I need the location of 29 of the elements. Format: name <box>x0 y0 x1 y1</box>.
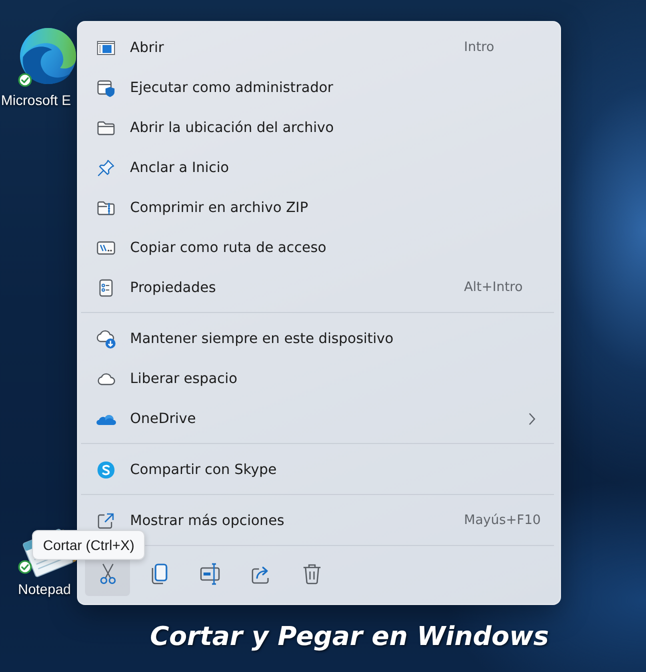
window-icon <box>96 38 116 58</box>
cloud-download-icon <box>96 329 116 349</box>
desktop-icon-label[interactable]: Microsoft E <box>1 92 72 109</box>
menu-item[interactable]: Mantener siempre en este dispositivo <box>130 330 450 348</box>
external-link-icon <box>96 511 116 531</box>
menu-item[interactable]: Abrir la ubicación del archivo <box>130 120 450 136</box>
caption-title: Cortar y Pegar en Windows <box>150 621 549 653</box>
menu-item[interactable]: Comprimir en archivo ZIP <box>130 200 450 216</box>
menu-item[interactable]: Mostrar más opciones <box>130 512 450 530</box>
menu-item[interactable]: Copiar como ruta de acceso <box>130 240 450 256</box>
shortcut-label: Alt+Intro <box>464 280 523 296</box>
shortcut-label: Intro <box>464 40 494 56</box>
desktop-icon-label[interactable]: Notepad <box>18 581 71 598</box>
menu-item[interactable]: Compartir con Skype <box>130 462 450 478</box>
app-logo-icon[interactable] <box>18 26 78 86</box>
menu-item[interactable]: Liberar espacio <box>130 370 450 388</box>
window-shield-icon <box>96 78 116 98</box>
menu-item[interactable]: Propiedades <box>130 280 450 296</box>
menu-item[interactable]: Ejecutar como administrador <box>130 80 450 96</box>
tooltip: Cortar (Ctrl+X) <box>32 530 146 560</box>
menu-item[interactable]: Anclar a Inicio <box>130 160 450 176</box>
rename-icon <box>200 563 220 585</box>
s-logo-icon <box>96 460 116 480</box>
pin-icon <box>96 158 116 178</box>
trash-icon <box>302 563 322 585</box>
scissors-icon <box>98 563 118 585</box>
shortcut-label: Mayús+F10 <box>464 513 541 529</box>
menu-item[interactable]: OneDrive <box>130 410 450 428</box>
menu-item[interactable]: Abrir <box>130 40 450 56</box>
